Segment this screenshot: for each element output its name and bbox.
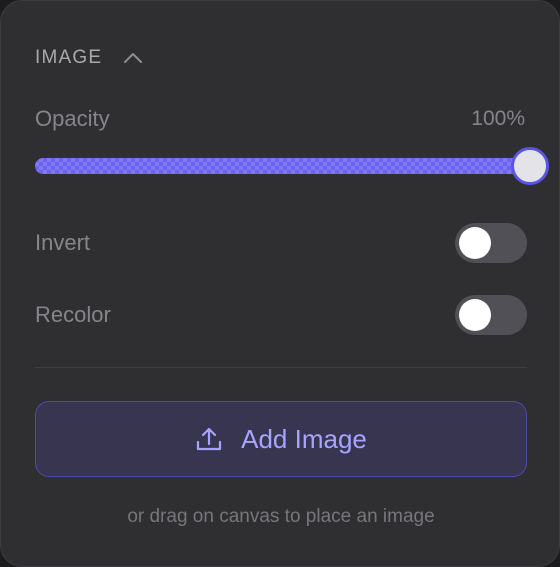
invert-label: Invert — [35, 230, 91, 255]
add-image-button[interactable]: Add Image — [35, 401, 527, 477]
recolor-toggle-knob — [459, 299, 491, 331]
opacity-label: Opacity — [35, 106, 110, 131]
opacity-slider-fill — [35, 158, 527, 174]
image-section-header[interactable]: IMAGE — [35, 45, 144, 71]
image-panel: IMAGE Opacity 100% Invert Recolor Add Im… — [0, 0, 560, 567]
invert-toggle[interactable] — [455, 223, 527, 263]
recolor-label: Recolor — [35, 302, 111, 327]
divider — [35, 367, 527, 368]
recolor-toggle[interactable] — [455, 295, 527, 335]
upload-icon — [195, 425, 223, 453]
opacity-slider[interactable] — [35, 147, 549, 185]
invert-toggle-knob — [459, 227, 491, 259]
opacity-slider-thumb[interactable] — [511, 147, 549, 185]
chevron-up-icon[interactable] — [122, 47, 144, 69]
drag-hint: or drag on canvas to place an image — [127, 506, 435, 527]
opacity-value: 100% — [471, 107, 525, 130]
add-image-label: Add Image — [241, 423, 367, 454]
section-title: IMAGE — [35, 47, 103, 68]
